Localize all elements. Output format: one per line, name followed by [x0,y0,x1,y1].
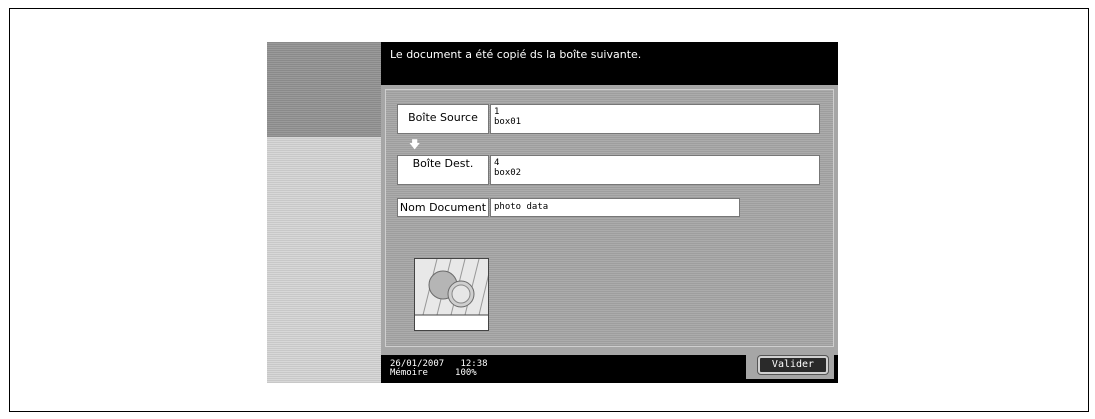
source-box-number: 1 [494,107,500,117]
dest-box-value: 4 box02 [490,155,820,185]
left-panel-bottom [267,137,381,383]
valider-button[interactable]: Valider [758,356,828,374]
source-box-value: 1 box01 [490,104,820,134]
message-header: Le document a été copié ds la boîte suiv… [381,42,838,85]
arrow-down-icon: 🡇 [409,138,421,151]
document-name-label: Nom Document [397,198,489,217]
header-message: Le document a été copié ds la boîte suiv… [390,48,642,61]
status-memory-label: Mémoire [390,368,428,378]
source-box-label: Boîte Source [397,104,489,134]
dest-box-label: Boîte Dest. [397,155,489,185]
status-info: 26/01/2007 12:38 Mémoire 100% [390,360,488,378]
document-name-field: photo data [490,198,740,217]
source-box-name: box01 [494,117,522,127]
photo-thumbnail-icon [414,258,490,331]
status-memory-value: 100% [455,368,477,378]
left-panel-top [267,42,381,137]
dest-box-name: box02 [494,168,522,178]
dest-box-number: 4 [494,158,500,168]
